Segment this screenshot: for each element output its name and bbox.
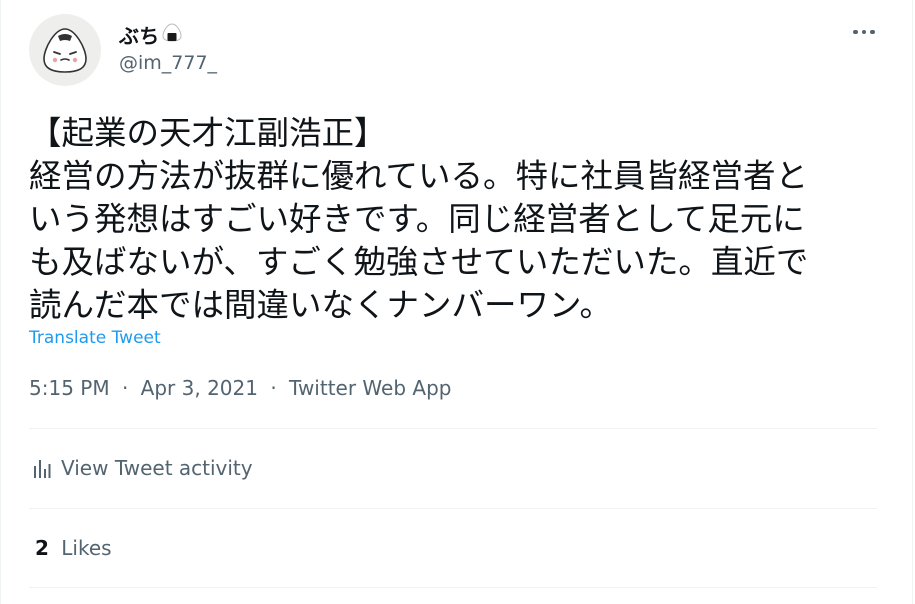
tweet-source[interactable]: Twitter Web App bbox=[289, 376, 451, 400]
view-tweet-activity-label: View Tweet activity bbox=[61, 456, 253, 480]
display-name[interactable]: ぶち bbox=[119, 20, 183, 49]
likes-label: Likes bbox=[61, 536, 112, 560]
tweet-metadata: 5:15 PM · Apr 3, 2021 · Twitter Web App bbox=[29, 376, 451, 400]
tweet-text-line: いう発想はすごい好きです。同じ経営者として足元に bbox=[29, 200, 805, 238]
more-dot bbox=[870, 29, 875, 35]
analytics-icon bbox=[34, 460, 51, 478]
tweet-text: 【起業の天才江副浩正】 経営の方法が抜群に優れている。特に社員皆経営者と いう発… bbox=[29, 112, 889, 327]
rice-ball-icon bbox=[161, 21, 183, 48]
more-dot bbox=[853, 29, 858, 35]
display-name-text: ぶち bbox=[119, 24, 160, 48]
onigiri-avatar-icon bbox=[43, 28, 87, 73]
likes-count: 2 bbox=[35, 536, 49, 560]
tweet-text-line: 読んだ本では間違いなくナンバーワン。 bbox=[29, 286, 613, 324]
tweet-text-line: 【起業の天才江副浩正】 bbox=[29, 114, 387, 152]
likes-count-link[interactable]: 2 Likes bbox=[35, 536, 112, 560]
tweet-text-line: も及ばないが、すごく勉強させていただいた。直近で bbox=[29, 243, 809, 281]
tweet-date[interactable]: Apr 3, 2021 bbox=[141, 376, 258, 400]
divider bbox=[29, 587, 877, 588]
tweet-card: ぶち @im_777_ 【起業の天才江副浩正】 経営の方法が抜群に優れている。特… bbox=[0, 0, 913, 604]
translate-tweet-link[interactable]: Translate Tweet bbox=[29, 328, 161, 348]
tweet-time[interactable]: 5:15 PM bbox=[29, 376, 110, 400]
avatar[interactable] bbox=[29, 14, 101, 86]
more-options-button[interactable] bbox=[846, 20, 882, 44]
meta-separator: · bbox=[270, 376, 277, 400]
tweet-text-line: 経営の方法が抜群に優れている。特に社員皆経営者と bbox=[29, 157, 809, 195]
more-dot bbox=[861, 29, 867, 35]
meta-separator: · bbox=[121, 376, 129, 400]
divider bbox=[29, 508, 877, 509]
user-handle[interactable]: @im_777_ bbox=[119, 52, 217, 74]
view-tweet-activity-button[interactable]: View Tweet activity bbox=[33, 456, 253, 480]
divider bbox=[29, 428, 877, 429]
